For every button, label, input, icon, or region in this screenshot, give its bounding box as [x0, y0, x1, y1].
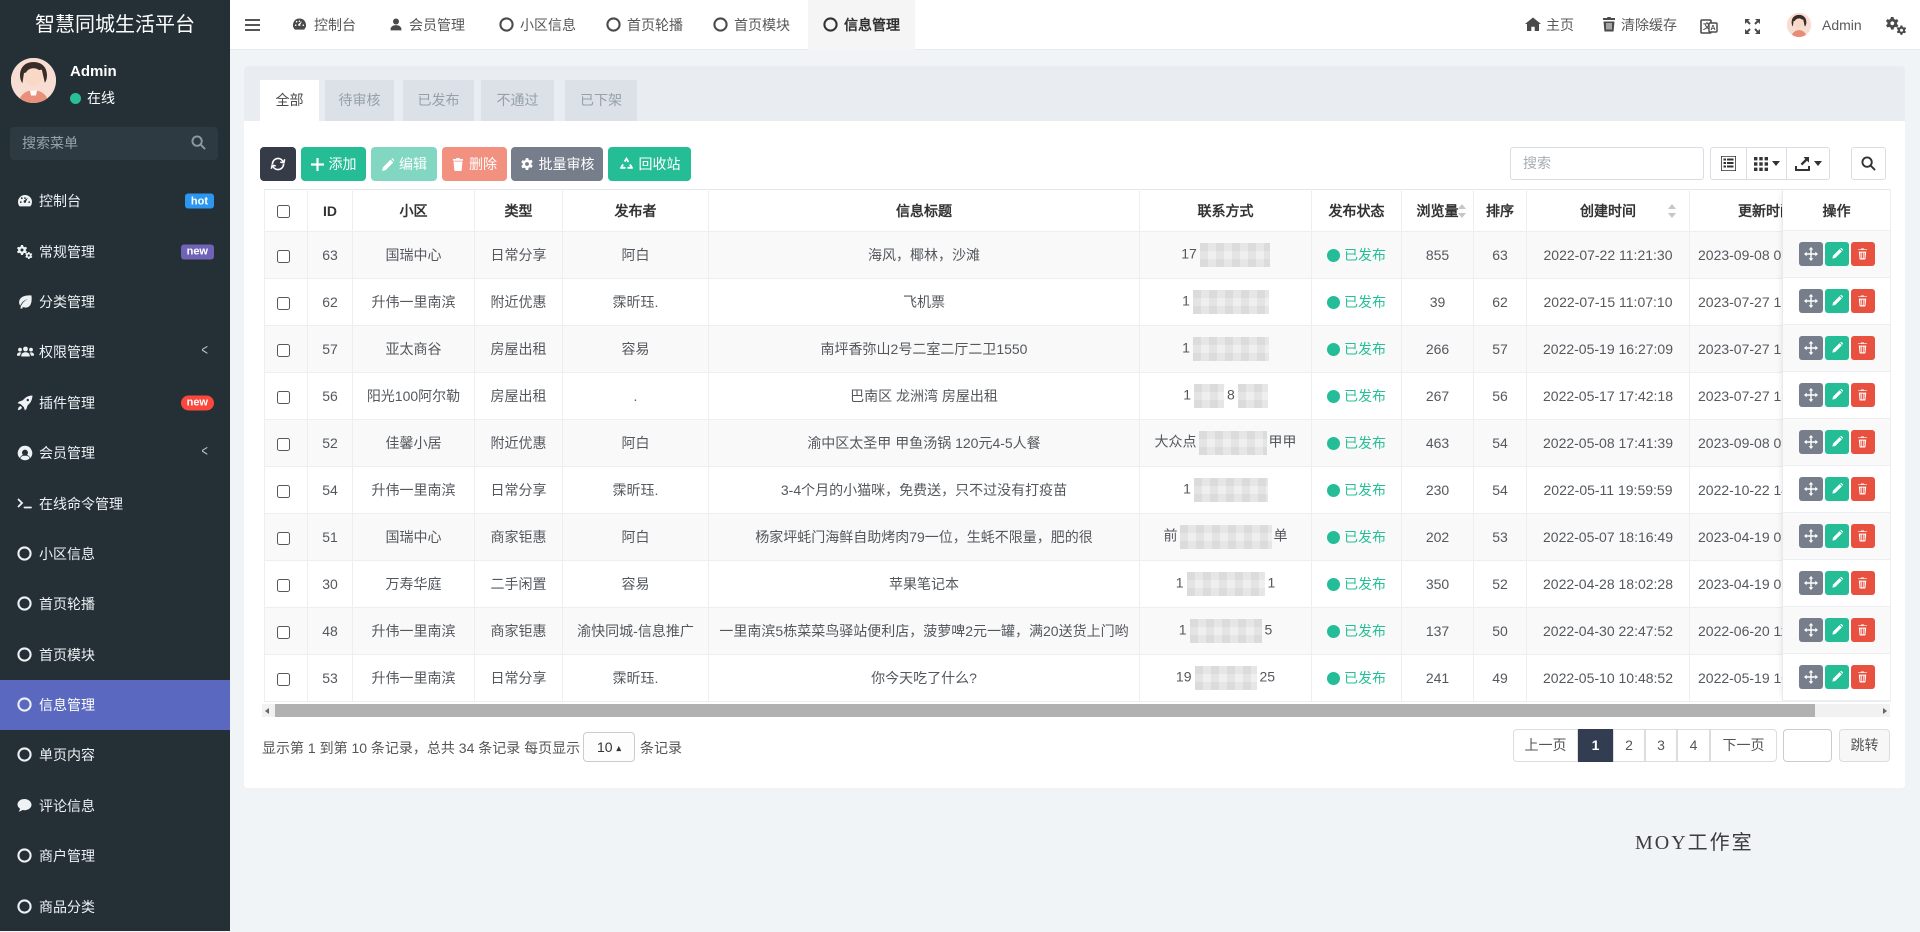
svg-text:A: A [1711, 25, 1716, 32]
